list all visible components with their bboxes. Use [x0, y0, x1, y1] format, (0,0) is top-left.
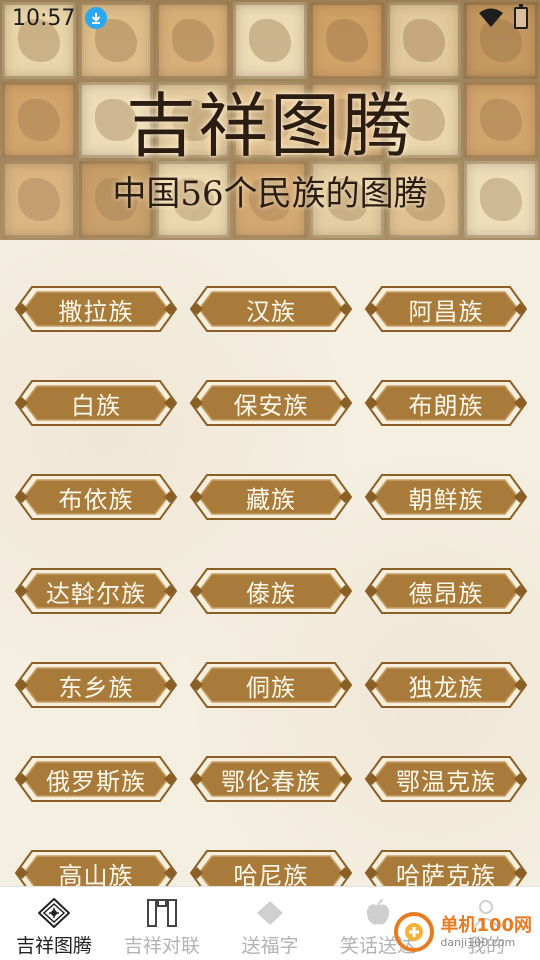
- ethnic-group-label: 朝鲜族: [408, 485, 484, 514]
- diamond-icon: [253, 897, 287, 929]
- nav-label-couplet: 吉祥对联: [123, 935, 200, 957]
- ethnic-group-button[interactable]: 阿昌族: [364, 284, 528, 334]
- battery-icon: [514, 4, 528, 29]
- ethnic-group-label: 德昂族: [408, 579, 484, 608]
- nav-label-fu: 送福字: [241, 935, 299, 957]
- ethnic-group-button[interactable]: 布朗族: [364, 378, 528, 428]
- ethnic-group-list: 撒拉族 汉族 阿昌族白族 保安族 布朗族布依族 藏族 朝鲜族达斡尔族 傣族 德昂族东乡族 侗族 独龙…: [0, 240, 540, 886]
- ethnic-group-button[interactable]: 鄂温克族: [364, 754, 528, 804]
- ethnic-group-label: 布依族: [58, 485, 134, 514]
- watermark-brand: 单机100网: [440, 914, 532, 936]
- watermark-logo-icon: [394, 912, 435, 952]
- ethnic-group-label: 俄罗斯族: [46, 767, 146, 796]
- ethnic-group-label: 侗族: [246, 673, 296, 702]
- watermark-url: danji100.com: [440, 935, 516, 949]
- ethnic-group-label: 独龙族: [408, 673, 484, 702]
- ethnic-group-button[interactable]: 高山族: [14, 848, 178, 886]
- hero-subtitle: 中国56个民族的图腾: [112, 174, 428, 214]
- ethnic-group-label: 藏族: [246, 485, 296, 514]
- ethnic-group-button[interactable]: 独龙族: [364, 660, 528, 710]
- ethnic-group-button[interactable]: 白族: [14, 378, 178, 428]
- ethnic-group-button[interactable]: 德昂族: [364, 566, 528, 616]
- ethnic-group-label: 鄂温克族: [396, 767, 496, 796]
- ethnic-group-button[interactable]: 撒拉族: [14, 284, 178, 334]
- hero-banner: 吉祥图腾 中国56个民族的图腾: [0, 0, 540, 240]
- nav-item-totem[interactable]: 吉祥图腾: [0, 887, 108, 960]
- nav-label-totem: 吉祥图腾: [15, 935, 92, 957]
- ethnic-group-label: 白族: [71, 391, 121, 420]
- ethnic-group-button[interactable]: 侗族: [189, 660, 353, 710]
- ethnic-group-button[interactable]: 汉族: [189, 284, 353, 334]
- apple-icon: [361, 897, 395, 929]
- ethnic-group-button[interactable]: 鄂伦春族: [189, 754, 353, 804]
- ethnic-group-button[interactable]: 达斡尔族: [14, 566, 178, 616]
- ethnic-group-button[interactable]: 哈萨克族: [364, 848, 528, 886]
- ethnic-group-label: 达斡尔族: [46, 579, 146, 608]
- ethnic-group-label: 哈尼族: [233, 861, 309, 887]
- ethnic-group-button[interactable]: 藏族: [189, 472, 353, 522]
- ethnic-group-label: 阿昌族: [408, 297, 484, 326]
- ethnic-group-label: 撒拉族: [58, 297, 134, 326]
- wifi-icon: [479, 8, 503, 27]
- ethnic-group-button[interactable]: 布依族: [14, 472, 178, 522]
- nav-item-couplet[interactable]: 吉祥对联: [108, 887, 216, 960]
- ethnic-group-button[interactable]: 俄罗斯族: [14, 754, 178, 804]
- ethnic-group-label: 东乡族: [58, 673, 134, 702]
- ethnic-group-label: 傣族: [246, 579, 296, 608]
- download-icon: [85, 7, 108, 29]
- nav-item-fu[interactable]: 送福字: [216, 887, 324, 960]
- status-bar: 10:57: [0, 0, 540, 36]
- ethnic-group-label: 哈萨克族: [396, 861, 496, 887]
- ethnic-group-button[interactable]: 朝鲜族: [364, 472, 528, 522]
- ethnic-group-button[interactable]: 傣族: [189, 566, 353, 616]
- ethnic-group-button[interactable]: 东乡族: [14, 660, 178, 710]
- totem-icon: [37, 897, 71, 929]
- ethnic-group-label: 高山族: [58, 861, 134, 887]
- ethnic-group-button[interactable]: 保安族: [189, 378, 353, 428]
- ethnic-group-label: 汉族: [246, 297, 296, 326]
- ethnic-group-button[interactable]: 哈尼族: [189, 848, 353, 886]
- status-time: 10:57: [12, 5, 76, 31]
- ethnic-group-label: 鄂伦春族: [221, 767, 321, 796]
- watermark: 单机100网 danji100.com: [392, 910, 532, 954]
- ethnic-group-label: 保安族: [233, 391, 309, 420]
- couplet-icon: [145, 897, 179, 929]
- ethnic-group-label: 布朗族: [408, 391, 484, 420]
- hero-title: 吉祥图腾: [126, 85, 414, 167]
